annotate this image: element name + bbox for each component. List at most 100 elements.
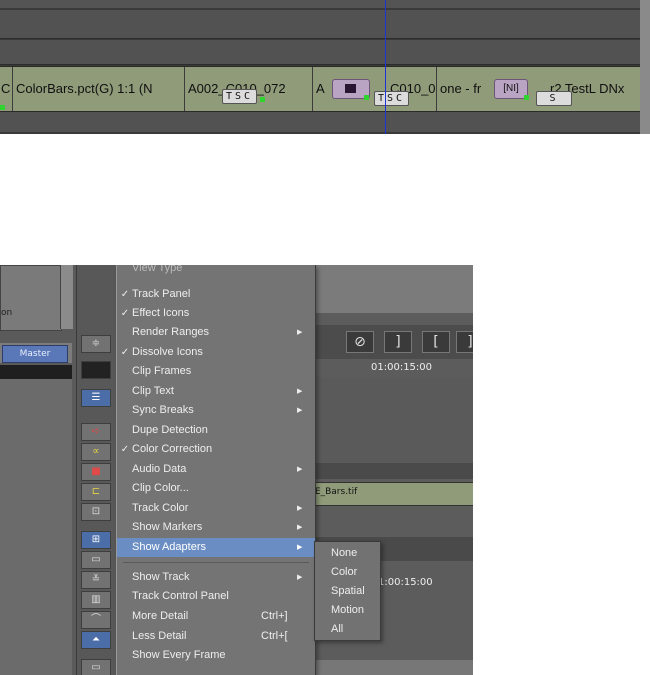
menu-item-dissolve-icons[interactable]: ✓ Dissolve Icons [117, 343, 315, 362]
clip-label: ColorBars.pct(G) 1:1 (N [16, 81, 153, 96]
tool-segment-icon[interactable]: ⏶ [81, 631, 111, 649]
checkmark-icon: ✓ [120, 289, 130, 300]
tool-pen-icon[interactable]: ⌒ [81, 611, 111, 629]
menu-item-color-correction[interactable]: ✓ Color Correction [117, 440, 315, 459]
timeline-clip-colorbars[interactable]: ColorBars.pct(G) 1:1 (N [12, 67, 185, 111]
timeline-clip-one[interactable]: one - fr r2 TestL DNx [NI] S [436, 67, 640, 111]
tool-box-icon[interactable]: ⊡ [81, 503, 111, 521]
menu-item-more-detail[interactable]: More Detail Ctrl+] [117, 607, 315, 626]
tool-bottom-icon[interactable]: ▭ [81, 659, 111, 675]
menu-item-show-adapters[interactable]: Show Adapters ▶ [117, 538, 315, 557]
timeline-ruler [0, 0, 640, 8]
bin-panel: on Master [0, 265, 76, 675]
render-indicator [364, 95, 369, 100]
tool-film-icon[interactable]: ▥ [81, 591, 111, 609]
menu-item-label: Audio Data [132, 463, 187, 475]
menu-item-effect-icons[interactable]: ✓ Effect Icons [117, 304, 315, 323]
mark-out-button-2[interactable]: ] [456, 331, 473, 353]
menu-item-label: Show Every Frame [132, 649, 226, 661]
menu-item-sync-breaks[interactable]: Sync Breaks ▶ [117, 401, 315, 420]
tool-arrow-icon[interactable]: ➪ [81, 423, 111, 441]
menu-item-clip-frames[interactable]: Clip Frames [117, 362, 315, 381]
bin-lower-area [0, 379, 72, 675]
menu-item-shortcut: Ctrl+] [261, 610, 288, 622]
menu-item-label: Show Markers [132, 521, 203, 533]
menu-item-track-panel[interactable]: ✓ Track Panel [117, 285, 315, 304]
menu-item-less-detail[interactable]: Less Detail Ctrl+[ [117, 627, 315, 646]
tool-bracket-icon[interactable]: ⊏ [81, 483, 111, 501]
submenu-arrow-icon: ▶ [297, 544, 303, 551]
menu-item-audio-data[interactable]: Audio Data ▶ [117, 460, 315, 479]
submenu-item-color[interactable]: Color [315, 563, 380, 582]
master-tab[interactable]: Master [2, 345, 68, 363]
tool-track-icon[interactable]: ⊞ [81, 531, 111, 549]
menu-item-show-every-frame[interactable]: Show Every Frame [117, 646, 315, 665]
tool-monitor-icon[interactable]: ▭ [81, 551, 111, 569]
timeline-clip-a[interactable]: A C010_072 TSC [312, 67, 437, 111]
render-indicator [0, 105, 5, 110]
menu-item-label: Effect Icons [132, 307, 190, 319]
context-menu: View Type ✓ Track Panel ✓ Effect Icons Rende… [116, 265, 316, 675]
menu-item-render-ranges[interactable]: Render Ranges ▶ [117, 323, 315, 342]
mark-out-button[interactable]: ] [384, 331, 412, 353]
menu-item-label: Track Control Panel [132, 590, 229, 602]
clip-label: one - fr [440, 81, 482, 96]
tool-settings-icon[interactable]: ≑ [81, 335, 111, 353]
submenu-arrow-icon: ▶ [297, 574, 303, 581]
submenu-arrow-icon: ▶ [297, 466, 303, 473]
menu-item-label: Track Panel [132, 288, 191, 300]
timeline-tool-column: ≑ ☰ ➪ ∝ ■ ⊏ ⊡ ⊞ ▭ ≚ ▥ ⌒ ⏶ ▭ [76, 265, 117, 675]
show-adapters-submenu: None Color Spatial Motion All [314, 541, 381, 641]
menu-item-track-color[interactable]: Track Color ▶ [117, 499, 315, 518]
tool-black-swatch[interactable] [81, 361, 111, 379]
submenu-item-motion[interactable]: Motion [315, 601, 380, 620]
menu-item-view-type[interactable]: View Type [117, 265, 315, 278]
bin-list[interactable]: on [0, 265, 62, 331]
menu-item-label: Show Track [132, 571, 190, 583]
menu-item-label: More Detail [132, 610, 189, 622]
menu-item-clip-text[interactable]: Clip Text ▶ [117, 382, 315, 401]
menu-item-label: Clip Text [132, 385, 174, 397]
timeline-track-empty-2[interactable] [0, 40, 640, 65]
timeline-track-empty-1[interactable] [0, 10, 640, 39]
timeline-scrollbar[interactable] [640, 0, 650, 134]
tool-list-icon[interactable]: ☰ [81, 389, 111, 407]
bin-partial-label: on [1, 308, 13, 318]
tool-link-icon[interactable]: ∝ [81, 443, 111, 461]
submenu-arrow-icon: ▶ [297, 407, 303, 414]
menu-item-label: Clip Color... [132, 482, 189, 494]
menu-item-label: Render Ranges [132, 326, 210, 338]
menu-item-show-markers[interactable]: Show Markers ▶ [117, 518, 315, 537]
adapter-badge[interactable]: TSC [374, 91, 410, 106]
bin-divider [0, 365, 72, 379]
checkmark-icon: ✓ [120, 444, 130, 455]
menu-item-track-control-panel[interactable]: Track Control Panel [117, 587, 315, 606]
mark-in-button[interactable]: [ [422, 331, 450, 353]
checkmark-icon: ✓ [120, 308, 130, 319]
submenu-arrow-icon: ▶ [297, 388, 303, 395]
playhead[interactable] [385, 0, 386, 134]
menu-item-shortcut: Ctrl+[ [261, 630, 288, 642]
submenu-item-spatial[interactable]: Spatial [315, 582, 380, 601]
menu-item-show-track[interactable]: Show Track ▶ [117, 568, 315, 587]
timeline-video-track[interactable]: C ColorBars.pct(G) 1:1 (N A002_C010_072 … [0, 66, 640, 112]
menu-item-dupe-detection[interactable]: Dupe Detection [117, 421, 315, 440]
effect-ni-icon[interactable]: [NI] [494, 79, 528, 99]
tool-mixer-icon[interactable]: ≚ [81, 571, 111, 589]
submenu-item-none[interactable]: None [315, 544, 380, 563]
adapter-badge[interactable]: TSC [222, 89, 258, 104]
menu-item-label: Track Color [132, 502, 189, 514]
submenu-item-all[interactable]: All [315, 620, 380, 639]
no-entry-button[interactable]: ⊘ [346, 331, 374, 353]
bin-scrollbar[interactable] [60, 265, 73, 329]
adapter-badge[interactable]: S [536, 91, 572, 106]
clip-label: A [316, 81, 325, 96]
timecode-top: 01:00:15:00 [371, 362, 433, 373]
menu-item-clip-color[interactable]: Clip Color... [117, 479, 315, 498]
menu-item-label: Less Detail [132, 630, 187, 642]
timeline-track-empty-3[interactable] [0, 112, 640, 132]
checkmark-icon: ✓ [120, 347, 130, 358]
tool-record-icon[interactable]: ■ [81, 463, 111, 481]
timeline-clip-a002[interactable]: A002_C010_072 TSC [184, 67, 313, 111]
timecode-bottom: 1:00:15:00 [378, 577, 433, 588]
